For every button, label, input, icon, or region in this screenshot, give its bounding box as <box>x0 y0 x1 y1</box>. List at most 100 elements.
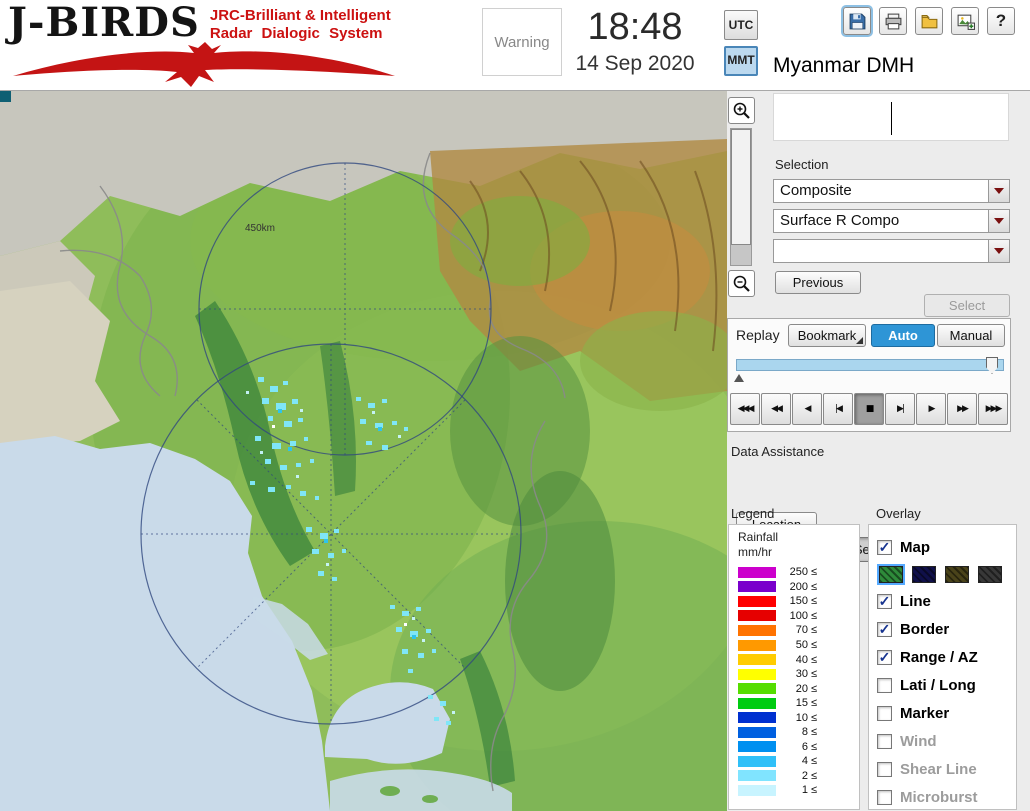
map-style-olive[interactable] <box>945 565 969 583</box>
legend-value: 30 <box>795 668 808 681</box>
zoom-in-button[interactable] <box>728 97 755 124</box>
warning-button[interactable]: Warning <box>482 8 562 76</box>
checkbox-border[interactable]: ✓ <box>877 621 892 637</box>
station-info-box[interactable] <box>773 93 1009 141</box>
chevron-down-icon[interactable] <box>988 210 1009 232</box>
checkbox-map[interactable]: ✓ <box>877 539 892 555</box>
manual-button[interactable]: Manual <box>937 324 1005 347</box>
checkbox-line[interactable]: ✓ <box>877 593 892 609</box>
dropdown-product-category[interactable]: Composite <box>773 179 1010 203</box>
legend-subtitle-rainfall: Rainfall <box>738 530 779 544</box>
header-toolbar: ? <box>843 7 1015 35</box>
step-backward-button[interactable]: |◀ <box>823 393 853 425</box>
replay-panel: Replay Bookmark Auto Manual ◀◀◀ ◀◀ ◀ |◀ ■ ▶| ▶… <box>727 318 1011 432</box>
legend-value: 4 <box>801 755 808 768</box>
checkbox-microburst <box>877 789 892 805</box>
map-canvas: 450km <box>0 91 727 811</box>
export-image-button[interactable] <box>951 7 979 35</box>
legend-value: 10 <box>795 711 808 724</box>
legend-row-15: 15 ≤ <box>738 696 857 711</box>
step-forward-button[interactable]: ▶| <box>885 393 915 425</box>
checkbox-range-az[interactable]: ✓ <box>877 649 892 665</box>
legend-value: 2 <box>801 769 808 782</box>
open-folder-button[interactable] <box>915 7 943 35</box>
legend-value: 8 <box>801 726 808 739</box>
rewind-fast-button[interactable]: ◀◀◀ <box>730 393 760 425</box>
utc-button[interactable]: UTC <box>724 10 758 40</box>
legend-le-sign: ≤ <box>811 697 818 710</box>
save-button[interactable] <box>843 7 871 35</box>
overlay-label: Marker <box>900 704 950 722</box>
jbirds-app: J-BIRDS JRC-Brilliant & Intelligent Rada… <box>0 0 1030 811</box>
legend-le-sign: ≤ <box>811 653 818 666</box>
legend-color-swatch <box>738 668 776 680</box>
eagle-logo-icon <box>13 42 395 87</box>
overlay-item-map[interactable]: ✓ Map <box>869 533 1016 561</box>
stop-button[interactable]: ■ <box>854 393 884 425</box>
scrollbar-thumb[interactable] <box>731 129 751 245</box>
legend-color-swatch <box>738 784 776 796</box>
replay-slider-thumb[interactable] <box>986 357 998 374</box>
overlay-item-marker[interactable]: Marker <box>869 699 1016 727</box>
overlay-label: Range / AZ <box>900 648 978 666</box>
legend-color-swatch <box>738 595 776 607</box>
legend-row-50: 50 ≤ <box>738 638 857 653</box>
chevron-down-icon[interactable] <box>988 180 1009 202</box>
rewind-button[interactable]: ◀◀ <box>761 393 791 425</box>
legend-le-sign: ≤ <box>811 682 818 695</box>
bookmark-button[interactable]: Bookmark <box>788 324 866 347</box>
auto-button[interactable]: Auto <box>871 324 935 347</box>
forward-fast-button[interactable]: ▶▶▶ <box>978 393 1008 425</box>
replay-slider[interactable] <box>736 357 1004 374</box>
dropdown-product-option[interactable] <box>773 239 1010 263</box>
legend-color-swatch <box>738 624 776 636</box>
legend-color-swatch <box>738 639 776 651</box>
warning-label: Warning <box>494 33 550 51</box>
dropdown-product-type[interactable]: Surface R Compo <box>773 209 1010 233</box>
mmt-button[interactable]: MMT <box>724 46 758 76</box>
jbirds-logo: J-BIRDS JRC-Brilliant & Intelligent Rada… <box>8 2 408 90</box>
legend-value: 50 <box>795 639 808 651</box>
legend-row-8: 8 ≤ <box>738 725 857 740</box>
clock: 18:48 14 Sep 2020 <box>560 4 710 78</box>
checkbox-lati-long[interactable] <box>877 677 892 693</box>
map-style-green[interactable] <box>877 563 905 585</box>
forward-button[interactable]: ▶▶ <box>947 393 977 425</box>
overlay-item-border[interactable]: ✓ Border <box>869 615 1016 643</box>
overlay-item-lati-long[interactable]: Lati / Long <box>869 671 1016 699</box>
logo-tagline-1: JRC-Brilliant & Intelligent <box>209 7 391 24</box>
legend-value: 6 <box>801 740 808 753</box>
legend-le-sign: ≤ <box>811 755 818 768</box>
help-button[interactable]: ? <box>987 7 1015 35</box>
map-style-dark-gray[interactable] <box>978 565 1002 583</box>
overlay-label: Line <box>900 592 931 610</box>
help-icon: ? <box>995 11 1007 30</box>
legend-color-swatch <box>738 712 776 724</box>
legend-value: 150 <box>789 595 808 608</box>
previous-button[interactable]: Previous <box>775 271 861 294</box>
legend-row-70: 70 ≤ <box>738 623 857 638</box>
print-button[interactable] <box>879 7 907 35</box>
legend-row-200: 200 ≤ <box>738 580 857 595</box>
play-forward-button[interactable]: ▶ <box>916 393 946 425</box>
legend-value: 200 <box>789 580 808 593</box>
select-button[interactable]: Select <box>924 294 1010 317</box>
legend-value: 20 <box>795 682 808 695</box>
zoom-out-button[interactable] <box>728 270 755 297</box>
radar-map[interactable]: 450km <box>0 91 727 811</box>
legend-row-30: 30 ≤ <box>738 667 857 682</box>
overlay-item-line[interactable]: ✓ Line <box>869 587 1016 615</box>
map-style-navy[interactable] <box>912 565 936 583</box>
map-zoom-scrollbar[interactable] <box>730 128 752 266</box>
play-backward-button[interactable]: ◀ <box>792 393 822 425</box>
legend-color-swatch <box>738 741 776 753</box>
zoom-in-icon <box>733 102 750 119</box>
selection-label: Selection <box>775 157 829 172</box>
overlay-item-range-az[interactable]: ✓ Range / AZ <box>869 643 1016 671</box>
header-bar: J-BIRDS JRC-Brilliant & Intelligent Rada… <box>0 0 1030 91</box>
print-icon <box>885 13 901 29</box>
chevron-down-icon[interactable] <box>988 240 1009 262</box>
legend-row-100: 100 ≤ <box>738 609 857 624</box>
checkbox-marker[interactable] <box>877 705 892 721</box>
overlay-label: Border <box>900 620 950 638</box>
